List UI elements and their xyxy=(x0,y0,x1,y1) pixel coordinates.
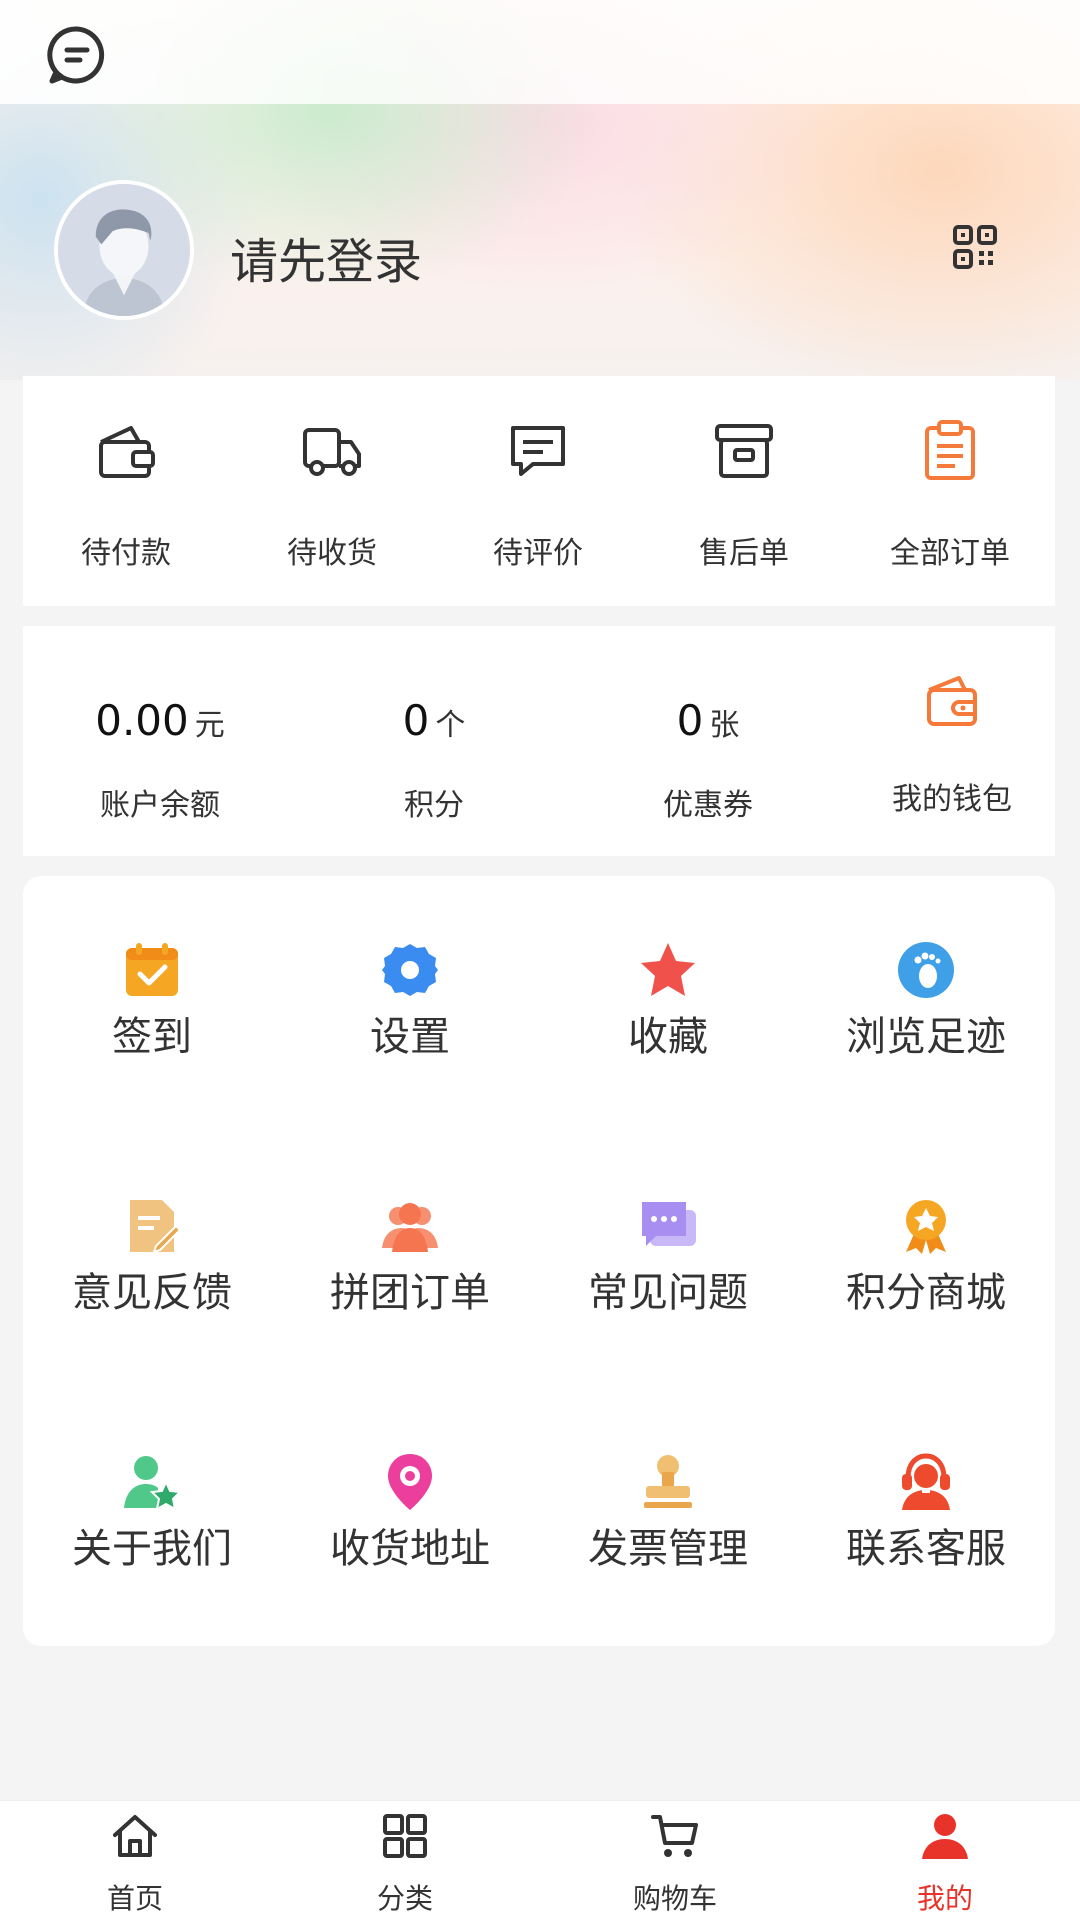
order-pending-payment[interactable]: 待付款 xyxy=(23,376,229,606)
tab-mine[interactable]: 我的 xyxy=(810,1801,1080,1920)
clipboard-icon xyxy=(925,420,975,480)
points-label: 积分 xyxy=(404,788,464,823)
order-label: 待付款 xyxy=(81,536,171,571)
truck-icon xyxy=(303,428,361,476)
order-all[interactable]: 全部订单 xyxy=(847,376,1053,606)
avatar-default-icon xyxy=(58,184,190,316)
service-label: 常见问题 xyxy=(588,1270,748,1316)
coupons-value-row: 0张 xyxy=(571,696,845,745)
service-favorites[interactable]: 收藏 xyxy=(539,876,797,1076)
service-group-orders[interactable]: 拼团订单 xyxy=(281,1132,539,1332)
order-pending-receipt[interactable]: 待收货 xyxy=(229,376,435,606)
service-faq[interactable]: 常见问题 xyxy=(539,1132,797,1332)
service-customer-support[interactable]: 联系客服 xyxy=(797,1388,1055,1588)
coupons-value: 0 xyxy=(676,696,704,745)
service-label: 签到 xyxy=(112,1014,192,1060)
services-grid: 签到 设置 收藏 浏览足迹 意见反馈 拼团订单 常见问题 积分商城 关于我们 收… xyxy=(23,876,1055,1646)
service-label: 收藏 xyxy=(628,1014,708,1060)
wallet-label: 我的钱包 xyxy=(892,782,1012,817)
coupons-label: 优惠券 xyxy=(663,788,753,823)
points-unit: 个 xyxy=(435,708,466,743)
order-label: 全部订单 xyxy=(890,536,1010,571)
assets-card: 0.00 元 账户余额 0个 积分 0张 优惠券 我的钱包 xyxy=(23,626,1055,856)
service-invoice-management[interactable]: 发票管理 xyxy=(539,1388,797,1588)
balance-value-row: 0.00 元 xyxy=(23,696,297,745)
stamp-icon xyxy=(644,1455,692,1508)
home-icon xyxy=(113,1815,157,1857)
service-label: 联系客服 xyxy=(846,1526,1006,1572)
coupons-unit: 张 xyxy=(709,708,740,743)
footprint-icon xyxy=(898,942,954,998)
my-wallet[interactable]: 我的钱包 xyxy=(849,626,1055,856)
wallet-icon xyxy=(927,676,977,726)
wallet-icon xyxy=(99,426,155,478)
user-star-icon xyxy=(124,1456,182,1511)
message-icon[interactable] xyxy=(46,24,108,86)
service-sign-in[interactable]: 签到 xyxy=(23,876,281,1076)
qr-code-icon[interactable] xyxy=(952,224,998,270)
feedback-note-icon xyxy=(130,1200,182,1254)
service-settings[interactable]: 设置 xyxy=(281,876,539,1076)
service-label: 发票管理 xyxy=(588,1526,748,1572)
service-label: 积分商城 xyxy=(846,1270,1006,1316)
service-feedback[interactable]: 意见反馈 xyxy=(23,1132,281,1332)
points-value: 0 xyxy=(402,696,430,745)
award-medal-icon xyxy=(906,1200,946,1254)
star-icon xyxy=(641,943,695,996)
balance-label: 账户余额 xyxy=(100,788,220,823)
points[interactable]: 0个 积分 xyxy=(297,626,571,856)
service-browsing-history[interactable]: 浏览足迹 xyxy=(797,876,1055,1076)
service-points-mall[interactable]: 积分商城 xyxy=(797,1132,1055,1332)
chat-bubbles-icon xyxy=(642,1202,696,1246)
service-label: 关于我们 xyxy=(72,1526,232,1572)
archive-box-icon xyxy=(715,424,773,478)
order-label: 待收货 xyxy=(287,536,377,571)
tab-category[interactable]: 分类 xyxy=(270,1801,540,1920)
tab-cart[interactable]: 购物车 xyxy=(540,1801,810,1920)
calendar-check-icon xyxy=(126,943,178,996)
comment-icon xyxy=(511,426,565,476)
tab-label: 购物车 xyxy=(632,1882,717,1915)
service-label: 设置 xyxy=(370,1014,450,1060)
headset-user-icon xyxy=(902,1453,950,1510)
order-after-sales[interactable]: 售后单 xyxy=(641,376,847,606)
gear-icon xyxy=(382,944,438,996)
group-icon xyxy=(382,1203,438,1252)
service-label: 拼团订单 xyxy=(330,1270,490,1316)
order-pending-review[interactable]: 待评价 xyxy=(435,376,641,606)
service-label: 浏览足迹 xyxy=(846,1014,1006,1060)
service-label: 意见反馈 xyxy=(72,1270,232,1316)
balance-value: 0.00 xyxy=(95,696,189,745)
order-status-card: 待付款 待收货 待评价 售后单 全部订单 xyxy=(23,376,1055,606)
coupons[interactable]: 0张 优惠券 xyxy=(571,626,845,856)
points-value-row: 0个 xyxy=(297,696,571,745)
location-pin-icon xyxy=(388,1454,432,1510)
login-prompt[interactable]: 请先登录 xyxy=(230,222,422,292)
service-label: 收货地址 xyxy=(330,1526,490,1572)
balance-unit: 元 xyxy=(194,708,225,743)
service-about-us[interactable]: 关于我们 xyxy=(23,1388,281,1588)
top-bar xyxy=(0,0,1080,104)
order-label: 待评价 xyxy=(493,536,583,571)
tab-label: 首页 xyxy=(106,1882,163,1915)
cart-icon xyxy=(651,1815,698,1857)
service-shipping-address[interactable]: 收货地址 xyxy=(281,1388,539,1588)
account-balance[interactable]: 0.00 元 账户余额 xyxy=(23,626,297,856)
user-icon xyxy=(922,1814,968,1859)
grid-icon xyxy=(383,1814,427,1858)
avatar[interactable] xyxy=(54,180,194,320)
tab-label: 我的 xyxy=(916,1882,973,1915)
order-label: 售后单 xyxy=(699,536,789,571)
bottom-tab-bar: 首页 分类 购物车 我的 xyxy=(0,1800,1080,1920)
tab-label: 分类 xyxy=(376,1882,433,1915)
tab-home[interactable]: 首页 xyxy=(0,1801,270,1920)
